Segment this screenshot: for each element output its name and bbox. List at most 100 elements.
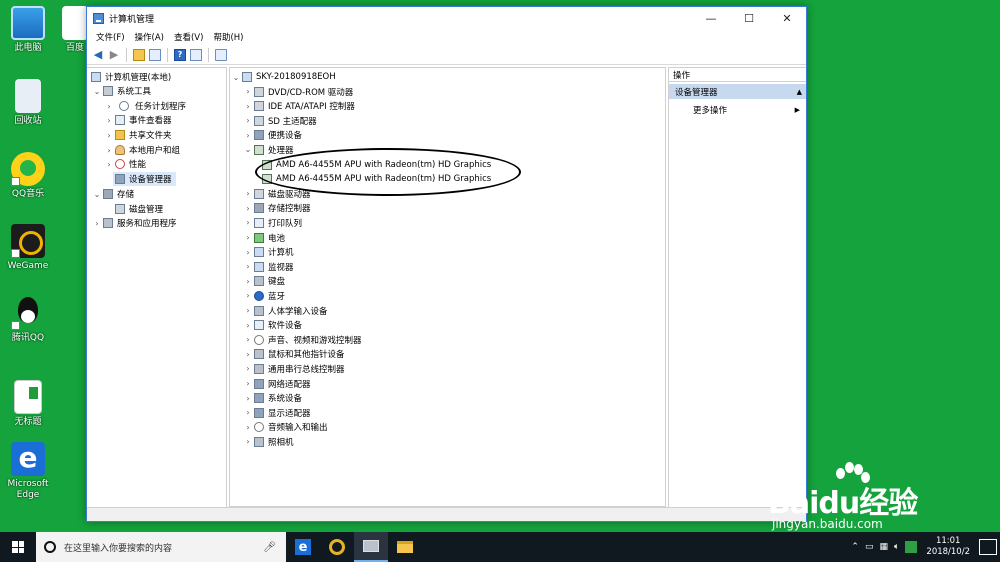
tree-item-computer-management[interactable]: 计算机管理(本地) bbox=[89, 70, 171, 84]
chevron-down-icon[interactable]: ⌄ bbox=[232, 73, 240, 82]
chevron-right-icon[interactable]: › bbox=[244, 335, 252, 344]
chevron-right-icon[interactable]: › bbox=[244, 116, 252, 125]
device-category[interactable]: › 鼠标和其他指针设备 bbox=[244, 347, 345, 361]
desktop-icon-untitled[interactable]: 无标题 bbox=[4, 380, 52, 428]
up-folder-button[interactable] bbox=[132, 48, 146, 62]
device-category[interactable]: › 音频输入和输出 bbox=[244, 420, 328, 434]
forward-arrow-icon[interactable]: ▶ bbox=[107, 48, 121, 62]
tree-item-storage[interactable]: ⌄ 存储 bbox=[93, 187, 134, 201]
tree-item-shared-folders[interactable]: › 共享文件夹 bbox=[105, 128, 172, 142]
chevron-right-icon[interactable]: › bbox=[244, 306, 252, 315]
desktop-icon-qq-music[interactable]: QQ音乐 bbox=[4, 152, 52, 200]
desktop-icon-tencent-qq[interactable]: 腾讯QQ bbox=[4, 296, 52, 344]
chevron-up-icon[interactable]: ⌃ bbox=[851, 542, 859, 552]
chevron-right-icon[interactable]: › bbox=[244, 233, 252, 242]
device-category[interactable]: › 人体学输入设备 bbox=[244, 304, 328, 318]
title-bar[interactable]: 计算机管理 — ☐ ✕ bbox=[87, 7, 806, 29]
chevron-right-icon[interactable]: › bbox=[105, 102, 113, 111]
tree-item-event-viewer[interactable]: › 事件查看器 bbox=[105, 113, 172, 127]
taskbar-app-edge[interactable]: e bbox=[286, 532, 320, 562]
device-category[interactable]: › 声音、视频和游戏控制器 bbox=[244, 333, 362, 347]
chevron-right-icon[interactable]: › bbox=[244, 364, 252, 373]
microphone-icon[interactable]: 🎤︎ bbox=[263, 542, 276, 553]
device-category[interactable]: › SD 主适配器 bbox=[244, 114, 317, 128]
properties-button[interactable] bbox=[189, 48, 203, 62]
chevron-right-icon[interactable]: › bbox=[244, 394, 252, 403]
notification-icon[interactable] bbox=[979, 539, 997, 555]
chevron-right-icon[interactable]: › bbox=[244, 408, 252, 417]
start-button[interactable] bbox=[0, 532, 36, 562]
chevron-right-icon[interactable]: › bbox=[105, 116, 113, 125]
taskbar-clock[interactable]: 11:01 2018/10/2 bbox=[926, 536, 970, 558]
chevron-right-icon[interactable]: › bbox=[244, 262, 252, 271]
device-category[interactable]: › 软件设备 bbox=[244, 318, 302, 332]
actions-section-device-manager[interactable]: 设备管理器 ▲ bbox=[669, 84, 806, 99]
chevron-right-icon[interactable]: › bbox=[244, 204, 252, 213]
device-category[interactable]: › 键盘 bbox=[244, 274, 285, 288]
maximize-button[interactable]: ☐ bbox=[730, 7, 768, 29]
device-category[interactable]: › 计算机 bbox=[244, 245, 294, 259]
chevron-right-icon[interactable]: › bbox=[105, 146, 113, 155]
chevron-right-icon[interactable]: › bbox=[244, 379, 252, 388]
menu-action[interactable]: 操作(A) bbox=[130, 31, 169, 43]
tree-item-task-scheduler[interactable]: › 任务计划程序 bbox=[105, 99, 186, 113]
app-tray-icon[interactable] bbox=[905, 541, 918, 553]
tree-item-services-apps[interactable]: › 服务和应用程序 bbox=[93, 216, 177, 230]
chevron-right-icon[interactable]: › bbox=[244, 321, 252, 330]
chevron-right-icon[interactable]: › bbox=[93, 219, 101, 228]
chevron-right-icon[interactable]: › bbox=[244, 423, 252, 432]
minimize-button[interactable]: — bbox=[692, 7, 730, 29]
more-actions-item[interactable]: 更多操作 ▶ bbox=[669, 103, 806, 117]
chevron-right-icon[interactable]: › bbox=[244, 189, 252, 198]
taskbar-search-box[interactable]: 在这里输入你要搜索的内容 🎤︎ bbox=[36, 532, 286, 562]
chevron-right-icon[interactable]: › bbox=[244, 248, 252, 257]
network-icon[interactable]: ▦ bbox=[879, 542, 888, 552]
device-category[interactable]: › IDE ATA/ATAPI 控制器 bbox=[244, 99, 355, 113]
taskbar-app-file-explorer[interactable] bbox=[388, 532, 422, 562]
help-button[interactable]: ? bbox=[173, 48, 187, 62]
desktop-icon-wegame[interactable]: WeGame bbox=[4, 224, 52, 272]
device-category[interactable]: › 网络适配器 bbox=[244, 377, 311, 391]
tree-item-device-manager[interactable]: 设备管理器 bbox=[113, 172, 176, 186]
chevron-right-icon[interactable]: › bbox=[105, 131, 113, 140]
back-arrow-icon[interactable]: ◀ bbox=[91, 48, 105, 62]
device-category[interactable]: ⌄ 处理器 bbox=[244, 143, 294, 157]
show-hide-tree-button[interactable] bbox=[148, 48, 162, 62]
device-category[interactable]: › 显示适配器 bbox=[244, 406, 311, 420]
chevron-right-icon[interactable]: › bbox=[244, 218, 252, 227]
chevron-right-icon[interactable]: › bbox=[244, 291, 252, 300]
tree-item-local-users[interactable]: › 本地用户和组 bbox=[105, 143, 180, 157]
taskbar-app-computer-management[interactable] bbox=[354, 532, 388, 562]
volume-icon[interactable]: 🔈︎ bbox=[894, 542, 899, 552]
chevron-right-icon[interactable]: › bbox=[244, 350, 252, 359]
chevron-right-icon[interactable]: › bbox=[244, 277, 252, 286]
menu-file[interactable]: 文件(F) bbox=[91, 31, 130, 43]
device-category[interactable]: › DVD/CD-ROM 驱动器 bbox=[244, 85, 353, 99]
chevron-down-icon[interactable]: ⌄ bbox=[244, 145, 252, 154]
battery-icon[interactable]: ▭ bbox=[865, 542, 874, 552]
chevron-right-icon[interactable]: › bbox=[244, 102, 252, 111]
taskbar-app-ie[interactable] bbox=[320, 532, 354, 562]
device-category[interactable]: › 监视器 bbox=[244, 260, 294, 274]
chevron-right-icon[interactable]: › bbox=[244, 437, 252, 446]
device-category[interactable]: › 便携设备 bbox=[244, 128, 302, 142]
device-category[interactable]: › 照相机 bbox=[244, 435, 294, 449]
chevron-right-icon[interactable]: › bbox=[244, 131, 252, 140]
device-category[interactable]: › 电池 bbox=[244, 231, 285, 245]
device-tree-root[interactable]: ⌄ SKY-20180918EOH bbox=[232, 70, 336, 84]
tree-item-system-tools[interactable]: ⌄ 系统工具 bbox=[93, 84, 151, 98]
menu-view[interactable]: 查看(V) bbox=[169, 31, 208, 43]
desktop-icon-this-pc[interactable]: 此电脑 bbox=[4, 6, 52, 54]
menu-help[interactable]: 帮助(H) bbox=[208, 31, 248, 43]
device-category[interactable]: › 通用串行总线控制器 bbox=[244, 362, 345, 376]
chevron-down-icon[interactable]: ⌄ bbox=[93, 190, 101, 199]
collapse-up-icon[interactable]: ▲ bbox=[797, 88, 802, 96]
device-category[interactable]: › 打印队列 bbox=[244, 216, 302, 230]
device-category[interactable]: › 存储控制器 bbox=[244, 201, 311, 215]
chevron-right-icon[interactable]: › bbox=[105, 160, 113, 169]
monitor-button[interactable] bbox=[214, 48, 228, 62]
device-category[interactable]: › 蓝牙 bbox=[244, 289, 285, 303]
close-button[interactable]: ✕ bbox=[768, 7, 806, 29]
tree-item-disk-management[interactable]: 磁盘管理 bbox=[113, 202, 163, 216]
desktop-icon-recycle-bin[interactable]: 回收站 bbox=[4, 79, 52, 127]
